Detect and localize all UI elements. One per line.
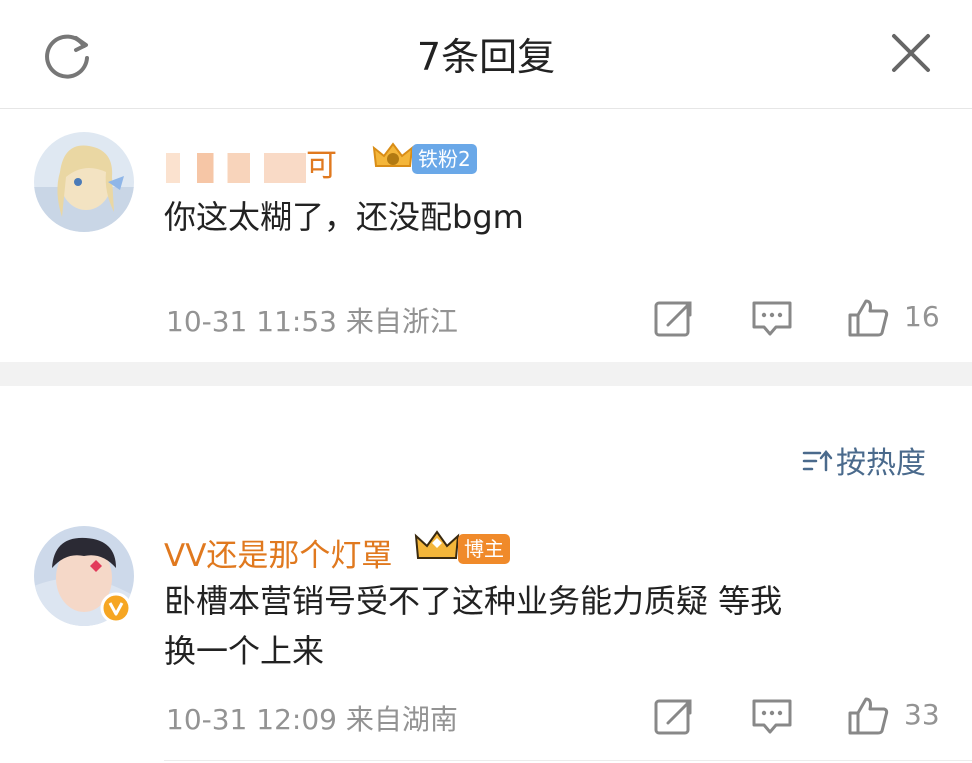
sort-toggle[interactable]: 按热度: [802, 438, 926, 482]
username[interactable]: VV还是那个灯罩: [164, 530, 392, 575]
owner-badge: 博主: [458, 534, 510, 564]
reply-icon[interactable]: [750, 299, 794, 339]
close-icon[interactable]: [886, 28, 936, 78]
comment-text: 你这太糊了，还没配bgm: [164, 198, 524, 236]
comment-text-line: 换一个上来: [164, 632, 325, 670]
share-icon[interactable]: [652, 697, 696, 737]
comment-meta: 10-31 11:53 来自浙江: [166, 300, 458, 340]
dialog-header: 7条回复: [0, 0, 972, 109]
comment-text-line: 卧槽本营销号受不了这种业务能力质疑 等我: [164, 582, 783, 620]
like-icon[interactable]: [846, 297, 890, 337]
comment-text: 卧槽本营销号受不了这种业务能力质疑 等我 换一个上来: [164, 576, 782, 676]
comment-location: 来自浙江: [345, 305, 458, 338]
crown-icon: [414, 528, 460, 570]
username[interactable]: 可: [166, 140, 337, 185]
reply-icon[interactable]: [750, 697, 794, 737]
like-count: 16: [904, 300, 940, 333]
share-icon[interactable]: [652, 299, 696, 339]
sort-label: 按热度: [836, 446, 926, 481]
fan-badge: 铁粉2: [412, 144, 477, 174]
verified-icon: [100, 592, 132, 628]
like-icon[interactable]: [846, 695, 890, 735]
avatar[interactable]: [34, 132, 134, 232]
crown-icon: [372, 140, 414, 180]
page-title: 7条回复: [416, 35, 556, 79]
bottom-divider: [164, 760, 972, 761]
comment-meta: 10-31 12:09 来自湖南: [166, 698, 458, 738]
sort-icon: [802, 447, 836, 482]
section-divider: [0, 362, 972, 386]
comment-time: 10-31 11:53: [166, 305, 337, 338]
like-count: 33: [904, 698, 940, 731]
comment-time: 10-31 12:09: [166, 703, 337, 736]
comment-location: 来自湖南: [345, 703, 458, 736]
